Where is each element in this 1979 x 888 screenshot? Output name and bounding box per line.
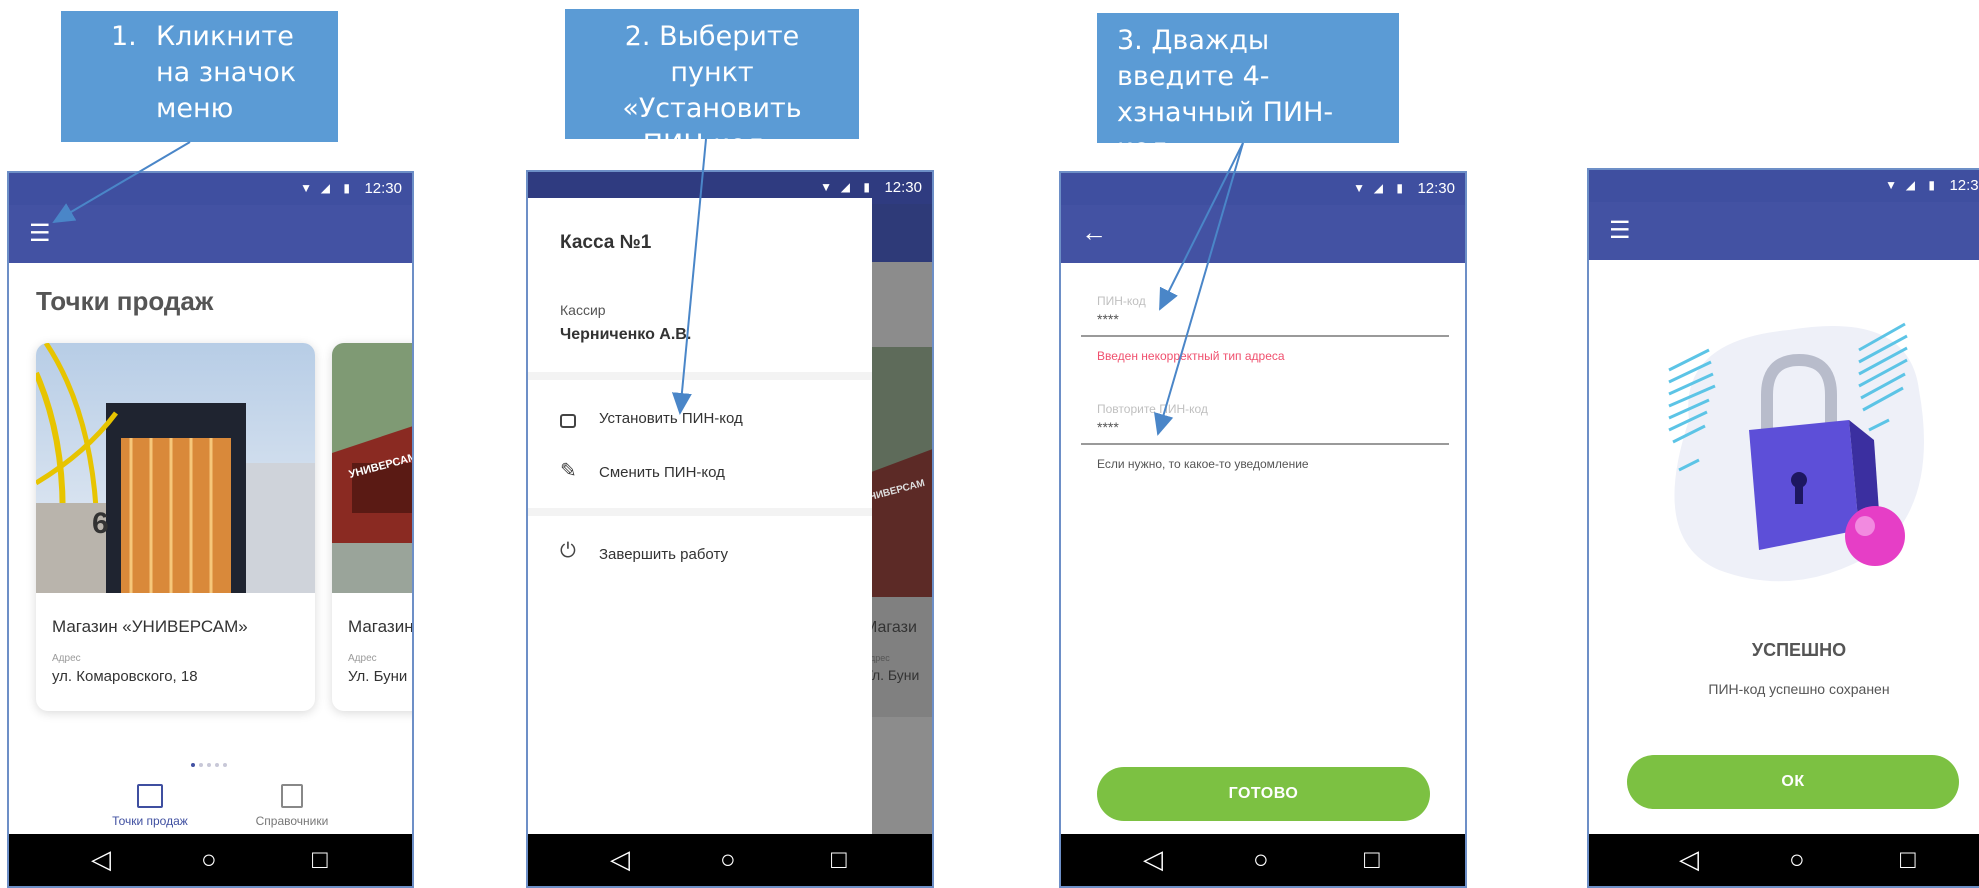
pointer-arrow-step-1 xyxy=(52,141,191,224)
pointer-arrow-step-2 xyxy=(671,138,707,415)
pointer-arrows xyxy=(52,138,1244,436)
